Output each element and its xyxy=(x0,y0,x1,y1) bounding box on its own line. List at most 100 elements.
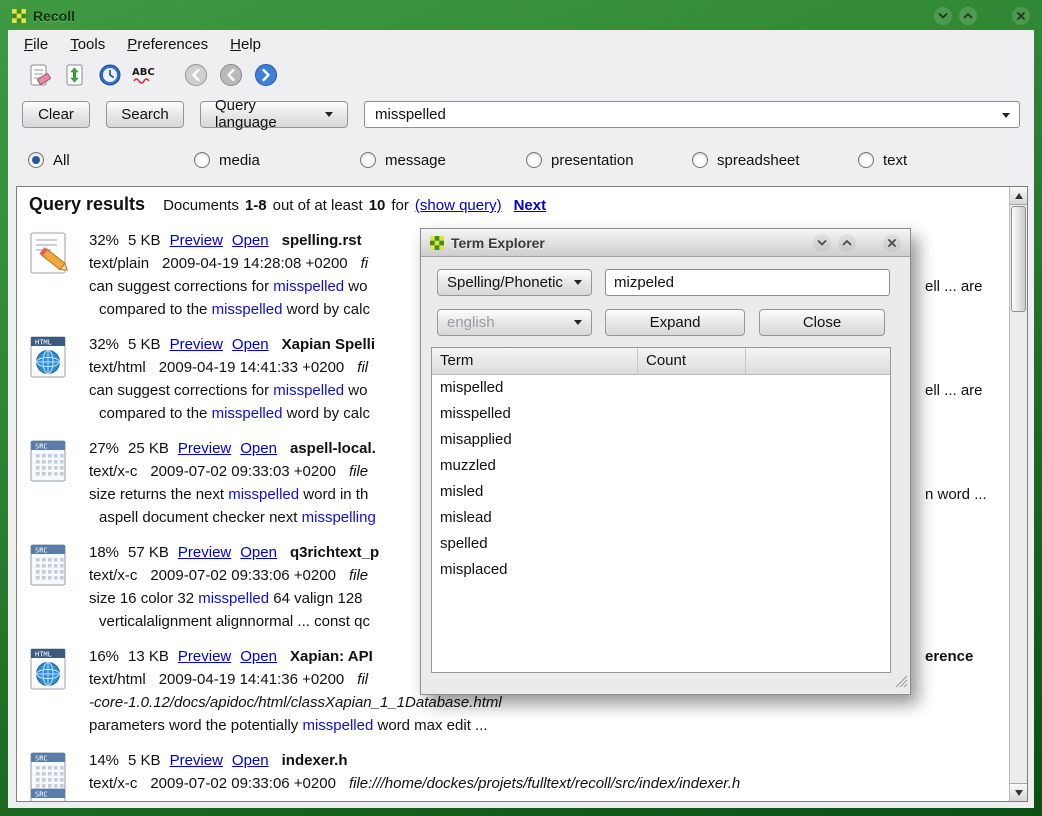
preview-link[interactable]: Preview xyxy=(170,232,223,249)
open-link[interactable]: Open xyxy=(232,752,269,769)
go-next-icon[interactable] xyxy=(252,61,280,89)
query-language-dropdown[interactable]: Query language xyxy=(200,101,348,128)
radio-icon xyxy=(194,152,210,168)
term-row[interactable]: misplaced xyxy=(432,557,890,583)
mime-type: text/x-c xyxy=(89,463,137,480)
for-text: for xyxy=(391,197,409,214)
clipped-text-fragment: ell ... are xyxy=(925,379,983,402)
result-filename: aspell-local. xyxy=(290,440,376,457)
open-link[interactable]: Open xyxy=(240,544,277,561)
preview-link[interactable]: Preview xyxy=(178,544,231,561)
language-dropdown[interactable]: english xyxy=(437,309,592,336)
filter-spreadsheet[interactable]: spreadsheet xyxy=(692,152,858,169)
abstract-text: word max edit ... xyxy=(373,717,487,734)
filter-media[interactable]: media xyxy=(194,152,360,169)
filter-message[interactable]: message xyxy=(360,152,526,169)
abstract-text: parameters word the potentially xyxy=(89,717,302,734)
close-button[interactable]: Close xyxy=(759,309,885,336)
relevance-percent: 32% xyxy=(89,232,119,249)
query-combobox[interactable] xyxy=(364,101,1020,128)
result-abstract-line: parameters word the potentially misspell… xyxy=(89,714,1009,737)
preview-link[interactable]: Preview xyxy=(178,440,231,457)
result-item: SRC14%5 KBPreviewOpenindexer.htext/x-c20… xyxy=(27,749,1009,799)
svg-text:SRC: SRC xyxy=(35,755,48,763)
menu-item-preferences[interactable]: Preferences xyxy=(127,36,208,53)
clear-search-icon[interactable] xyxy=(26,61,54,89)
term-row[interactable]: mislead xyxy=(432,505,890,531)
abstract-text: aspell document checker next xyxy=(99,509,302,526)
open-link[interactable]: Open xyxy=(240,440,277,457)
menu-item-tools[interactable]: Tools xyxy=(70,36,105,53)
mime-type: text/html xyxy=(89,359,146,376)
term-row[interactable]: spelled xyxy=(432,531,890,557)
abstract-text: size returns the next xyxy=(89,486,228,503)
filter-all[interactable]: All xyxy=(28,152,194,169)
history-icon[interactable] xyxy=(96,61,124,89)
go-previous-icon[interactable] xyxy=(217,61,245,89)
preview-link[interactable]: Preview xyxy=(178,648,231,665)
svg-text:HTML: HTML xyxy=(35,651,52,659)
term-row[interactable]: mispelled xyxy=(432,375,890,401)
term-table: Term Count mispelledmisspelledmisapplied… xyxy=(431,347,891,673)
of-text: out of at least xyxy=(273,197,363,214)
file-size: 5 KB xyxy=(128,232,161,249)
open-link[interactable]: Open xyxy=(232,232,269,249)
term-table-header[interactable]: Term Count xyxy=(432,348,890,375)
triangle-up-icon xyxy=(1015,193,1023,199)
scroll-up-button[interactable] xyxy=(1010,187,1027,205)
filter-presentation[interactable]: presentation xyxy=(526,152,692,169)
doc-date: 2009-07-02 09:33:06 +0200 xyxy=(150,567,336,584)
search-button[interactable]: Search xyxy=(106,101,184,128)
spellcheck-abc-icon[interactable]: ABC xyxy=(131,61,159,89)
clear-button[interactable]: Clear xyxy=(22,101,90,128)
recoll-app-icon xyxy=(12,9,26,23)
dialog-titlebar[interactable]: Term Explorer xyxy=(421,229,910,257)
file-size: 13 KB xyxy=(128,648,169,665)
resize-grip[interactable] xyxy=(895,675,908,692)
window-close-button[interactable] xyxy=(1012,7,1030,25)
window-unshade-button[interactable] xyxy=(959,7,977,25)
preview-link[interactable]: Preview xyxy=(170,752,223,769)
expand-button[interactable]: Expand xyxy=(605,309,745,336)
open-link[interactable]: Open xyxy=(240,648,277,665)
show-query-link[interactable]: (show query) xyxy=(415,197,502,214)
go-first-icon[interactable] xyxy=(182,61,210,89)
preview-link[interactable]: Preview xyxy=(170,336,223,353)
doc-date: 2009-07-02 09:33:03 +0200 xyxy=(150,463,336,480)
abstract-text: wo xyxy=(344,382,367,399)
dialog-close-button[interactable] xyxy=(883,234,901,252)
scroll-down-button[interactable] xyxy=(1010,783,1027,801)
term-row[interactable]: misapplied xyxy=(432,427,890,453)
chevron-down-icon xyxy=(574,320,582,325)
results-scrollbar[interactable] xyxy=(1009,187,1027,801)
term-row[interactable]: misspelled xyxy=(432,401,890,427)
dialog-unshade-button[interactable] xyxy=(838,234,856,252)
chevron-down-icon xyxy=(1002,113,1010,118)
open-link[interactable]: Open xyxy=(232,336,269,353)
query-language-label: Query language xyxy=(215,97,317,131)
expansion-mode-label: Spelling/Phonetic xyxy=(447,274,563,291)
window-shade-button[interactable] xyxy=(934,7,952,25)
update-index-icon[interactable] xyxy=(61,61,89,89)
next-page-link[interactable]: Next xyxy=(514,197,547,214)
term-column-header[interactable]: Term xyxy=(432,348,638,374)
header-filler xyxy=(746,348,890,374)
count-column-header[interactable]: Count xyxy=(638,348,746,374)
radio-icon xyxy=(526,152,542,168)
main-titlebar[interactable]: Recoll xyxy=(12,4,1030,28)
expansion-mode-dropdown[interactable]: Spelling/Phonetic xyxy=(437,269,592,296)
docs-prefix: Documents xyxy=(163,197,239,214)
file-size: 5 KB xyxy=(128,336,161,353)
scrollbar-thumb[interactable] xyxy=(1011,206,1026,312)
result-range: 1-8 xyxy=(245,197,267,214)
term-row[interactable]: misled xyxy=(432,479,890,505)
menu-item-help[interactable]: Help xyxy=(230,36,261,53)
term-row[interactable]: muzzled xyxy=(432,453,890,479)
query-input[interactable] xyxy=(373,105,993,124)
menu-item-file[interactable]: File xyxy=(24,36,48,53)
term-input[interactable] xyxy=(605,269,890,296)
dialog-shade-button[interactable] xyxy=(813,234,831,252)
mime-type: text/plain xyxy=(89,255,149,272)
filter-text[interactable]: text xyxy=(858,152,1024,169)
result-body: 14%5 KBPreviewOpenindexer.htext/x-c2009-… xyxy=(89,749,1009,799)
